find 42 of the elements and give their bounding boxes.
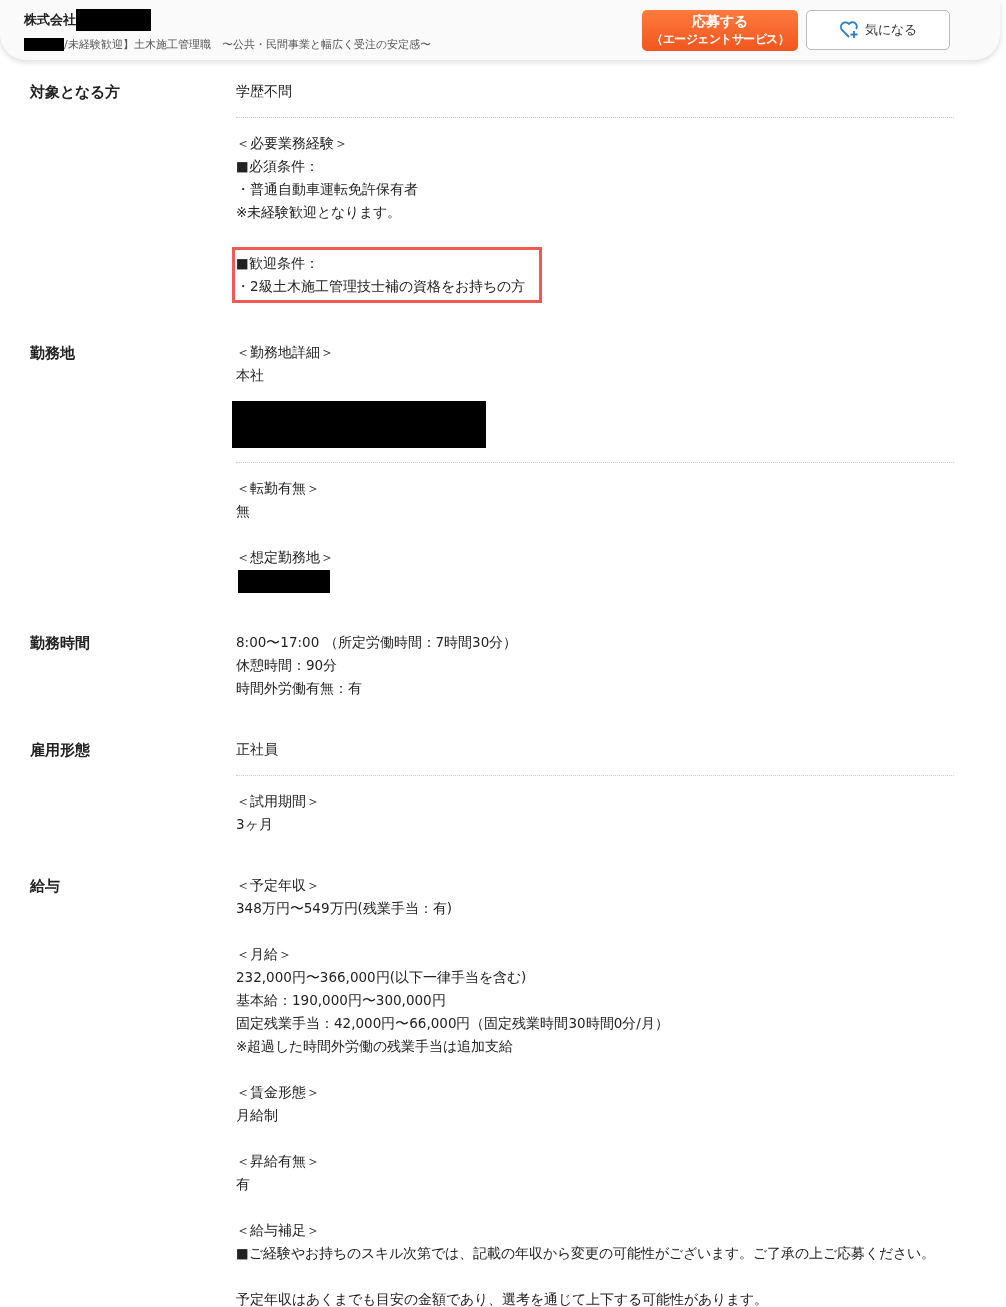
detail-text: 時間外労働有無：有 — [236, 679, 363, 698]
heart-plus-icon — [839, 19, 861, 40]
detail-text: ＜月給＞ — [236, 945, 293, 964]
detail-text: 有 — [236, 1175, 251, 1194]
detail-text: ■歓迎条件： — [236, 254, 320, 273]
detail-text: 予定年収はあくまでも目安の金額であり、選考を通じて上下する可能性があります。 — [236, 1290, 769, 1307]
detail-text: ＜転勤有無＞ — [236, 479, 321, 498]
detail-text: ■ご経験やお持ちのスキル次第では、記載の年収から変更の可能性がございます。ご了承の上ご応募ください。 — [236, 1244, 936, 1263]
detail-text: ＜勤務地詳細＞ — [236, 343, 335, 362]
detail-text: ・2級土木施工管理技士補の資格をお持ちの方 — [236, 277, 525, 296]
detail-text: ＜必要業務経験＞ — [236, 134, 349, 153]
detail-text: 無 — [236, 502, 251, 521]
section-label: 雇用形態 — [30, 741, 91, 760]
detail-text: 休憩時間：90分 — [236, 656, 339, 675]
detail-text: 固定残業手当：42,000円〜66,000円（固定残業時間30時間0分/月） — [236, 1014, 670, 1033]
detail-text: 正社員 — [236, 740, 279, 759]
section-label: 勤務時間 — [30, 634, 91, 653]
favorite-button[interactable]: 気になる — [806, 9, 950, 50]
detail-text: 3ヶ月 — [236, 815, 274, 834]
detail-text: ＜給与補足＞ — [236, 1221, 321, 1240]
detail-text: 本社 — [236, 366, 265, 385]
detail-text: ■必須条件： — [236, 157, 320, 176]
detail-text: ＜予定年収＞ — [236, 876, 321, 895]
detail-text: ※未経験歓迎となります。 — [236, 203, 403, 222]
company-name: 株式会社 — [24, 10, 76, 29]
detail-text: 348万円〜549万円(残業手当：有) — [236, 899, 454, 918]
detail-text: 232,000円〜366,000円(以下一律手当を含む) — [236, 968, 528, 987]
detail-text: ・普通自動車運転免許保有者 — [236, 180, 419, 199]
redaction-block — [24, 37, 64, 51]
section-label: 対象となる方 — [30, 83, 121, 102]
detail-text: 月給制 — [236, 1106, 279, 1125]
job-title: /未経験歓迎】土木施工管理職 〜公共・民間事業と幅広く受注の安定感〜 — [64, 36, 431, 52]
detail-text: ※超過した時間外労働の残業手当は追加支給 — [236, 1037, 515, 1056]
section-label: 給与 — [30, 877, 61, 896]
detail-text: ＜想定勤務地＞ — [236, 548, 335, 567]
detail-text: 学歴不問 — [236, 82, 293, 101]
detail-text: 8:00〜17:00 （所定労働時間：7時間30分） — [236, 633, 519, 652]
detail-text: ＜賃金形態＞ — [236, 1083, 321, 1102]
section-label: 勤務地 — [30, 344, 76, 363]
detail-text: ＜昇給有無＞ — [236, 1152, 321, 1171]
detail-text: ＜試用期間＞ — [236, 792, 321, 811]
detail-text: 基本給：190,000円〜300,000円 — [236, 991, 447, 1010]
